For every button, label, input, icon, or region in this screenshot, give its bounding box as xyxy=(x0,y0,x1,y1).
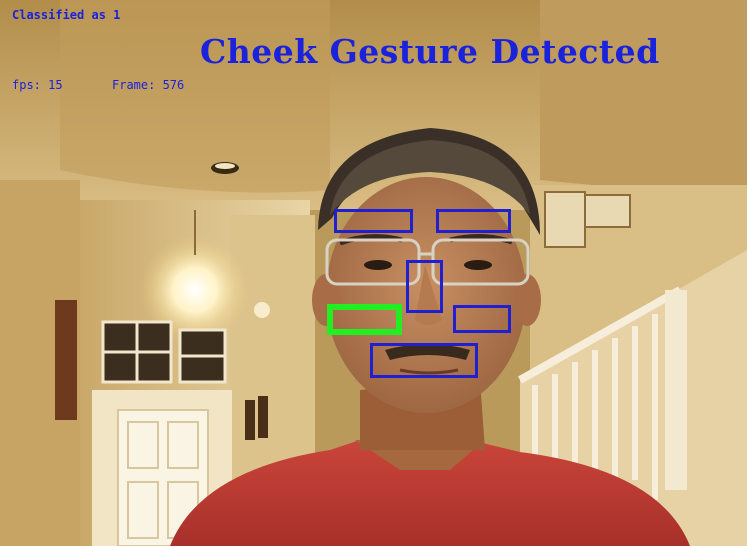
left-eyebrow-box xyxy=(334,209,413,233)
camera-frame: Classified as 1 Cheek Gesture Detected f… xyxy=(0,0,747,546)
mouth-box xyxy=(370,343,478,378)
left-cheek-box xyxy=(327,304,402,335)
right-eyebrow-box xyxy=(436,209,511,233)
classification-status: Classified as 1 xyxy=(12,8,121,22)
right-cheek-box xyxy=(453,305,511,333)
nose-box xyxy=(406,260,443,313)
gesture-banner: Cheek Gesture Detected xyxy=(200,32,660,71)
fps-readout: fps: 15 xyxy=(12,78,63,92)
frame-counter: Frame: 576 xyxy=(112,78,185,92)
